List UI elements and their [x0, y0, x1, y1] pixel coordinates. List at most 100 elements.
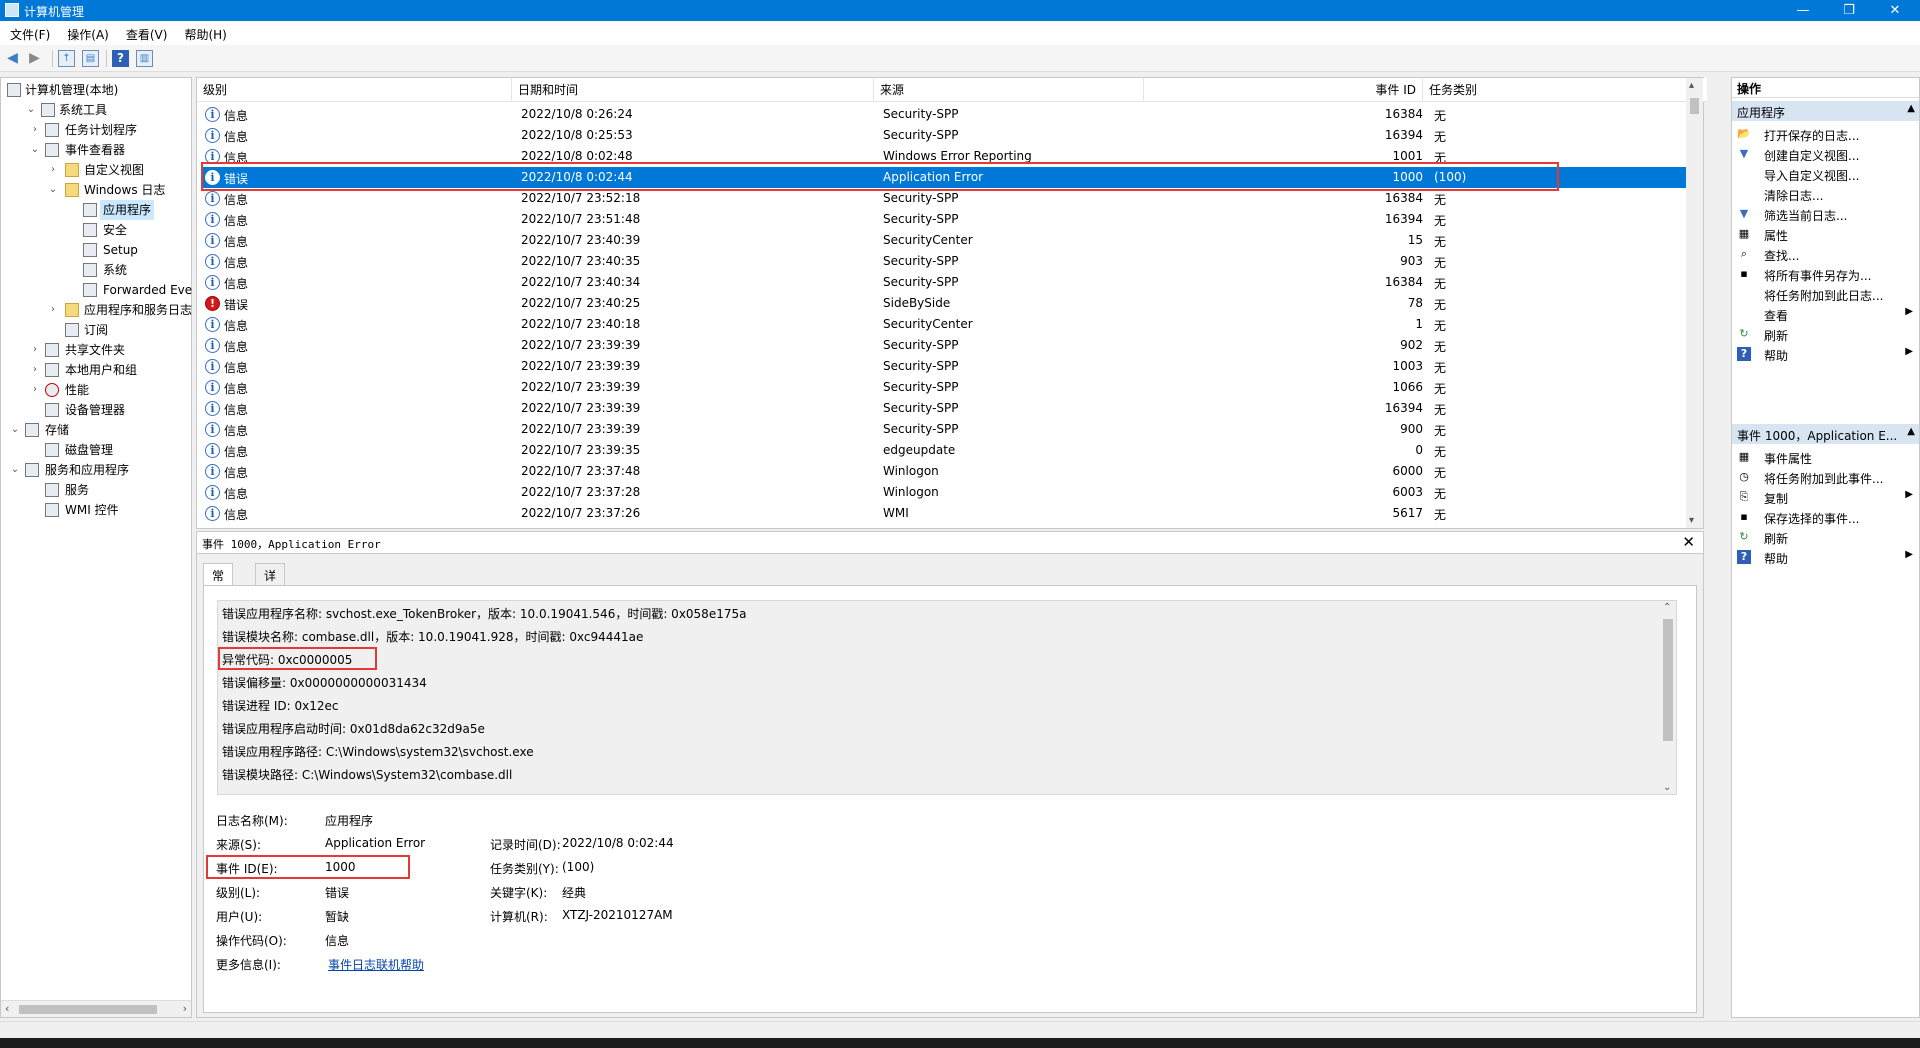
- table-row[interactable]: i 信息 2022/10/7 23:40:34 Security-SPP 16384 无: [201, 272, 1703, 293]
- action-item[interactable]: ◷ 将任务附加到此事件...: [1732, 467, 1919, 487]
- table-row[interactable]: ! 错误 2022/10/7 23:40:25 SideBySide 78 无: [201, 293, 1703, 314]
- table-row[interactable]: i 信息 2022/10/7 23:39:39 Security-SPP 16394 无: [201, 398, 1703, 419]
- table-row[interactable]: i 信息 2022/10/7 23:40:18 SecurityCenter 1 无: [201, 314, 1703, 335]
- action-item[interactable]: ⎘ 复制 ▶: [1732, 487, 1919, 507]
- actions-section-event[interactable]: 事件 1000，Application E... ▲: [1732, 424, 1919, 444]
- info-icon: i: [205, 422, 220, 437]
- event-list-scrollbar[interactable]: ▴ ▾: [1686, 78, 1703, 528]
- refresh-icon: ↻: [1739, 530, 1749, 543]
- action-label: 将任务附加到此事件...: [1764, 472, 1884, 486]
- action-item[interactable]: 📂 打开保存的日志...: [1732, 124, 1919, 144]
- expand-arrow-icon[interactable]: ›: [29, 120, 41, 140]
- action-item[interactable]: ▼ 创建自定义视图...: [1732, 144, 1919, 164]
- column-event-id[interactable]: 事件 ID: [1144, 78, 1423, 102]
- back-arrow-icon[interactable]: ◀: [4, 50, 21, 67]
- expand-arrow-icon[interactable]: ›: [47, 300, 59, 320]
- menu-file[interactable]: 文件(F): [0, 21, 57, 43]
- table-row[interactable]: i 信息 2022/10/7 23:51:48 Security-SPP 16394 无: [201, 209, 1703, 230]
- menu-view[interactable]: 查看(V): [116, 21, 175, 43]
- table-row[interactable]: i 信息 2022/10/7 23:39:39 Security-SPP 902 无: [201, 335, 1703, 356]
- expand-arrow-icon[interactable]: ›: [29, 360, 41, 380]
- help-icon[interactable]: ?: [112, 50, 129, 67]
- expand-arrow-icon[interactable]: ›: [29, 380, 41, 400]
- action-item[interactable]: 查看 ▶: [1732, 304, 1919, 324]
- column-source[interactable]: 来源: [874, 78, 1144, 102]
- action-item[interactable]: ▦ 事件属性: [1732, 447, 1919, 467]
- column-date-time[interactable]: 日期和时间: [512, 78, 874, 102]
- table-row[interactable]: i 信息 2022/10/7 23:37:28 Winlogon 6003 无: [201, 482, 1703, 503]
- source-cell: SecurityCenter: [883, 317, 973, 331]
- collapse-arrow-icon[interactable]: ⌄: [9, 420, 21, 440]
- tab-general[interactable]: 常规: [203, 563, 234, 600]
- actions-section-application[interactable]: 应用程序 ▲: [1732, 101, 1919, 121]
- show-hide-tree-icon[interactable]: ▤: [82, 50, 99, 67]
- scrollbar-thumb[interactable]: [1690, 98, 1699, 114]
- minimize-button[interactable]: —: [1780, 0, 1826, 21]
- action-item[interactable]: 清除日志...: [1732, 184, 1919, 204]
- action-item[interactable]: ? 帮助 ▶: [1732, 547, 1919, 567]
- menu-help[interactable]: 帮助(H): [174, 21, 233, 43]
- action-item[interactable]: ↻ 刷新: [1732, 527, 1919, 547]
- level-cell: 信息: [224, 319, 249, 333]
- menu-action[interactable]: 操作(A): [57, 21, 116, 43]
- action-item[interactable]: ▪ 保存选择的事件...: [1732, 507, 1919, 527]
- scroll-up-icon[interactable]: ▴: [1689, 80, 1694, 91]
- close-icon[interactable]: ✕: [1682, 533, 1695, 551]
- table-row[interactable]: i 信息 2022/10/8 0:25:53 Security-SPP 16394 无: [201, 125, 1703, 146]
- collapse-triangle-icon[interactable]: ▲: [1907, 426, 1915, 437]
- tree-horizontal-scrollbar[interactable]: ‹ ›: [1, 1000, 191, 1017]
- scroll-right-icon[interactable]: ›: [183, 1002, 187, 1015]
- table-row[interactable]: i 信息 2022/10/7 23:39:39 Security-SPP 1066 无: [201, 377, 1703, 398]
- action-item[interactable]: ▼ 筛选当前日志...: [1732, 204, 1919, 224]
- restore-button[interactable]: ❐: [1826, 0, 1872, 21]
- action-item[interactable]: ⌕ 查找...: [1732, 244, 1919, 264]
- table-row[interactable]: i 信息 2022/10/7 23:37:48 Winlogon 6000 无: [201, 461, 1703, 482]
- scrollbar-thumb[interactable]: [1663, 619, 1673, 741]
- expand-arrow-icon[interactable]: ›: [29, 340, 41, 360]
- logged-value: 2022/10/8 0:02:44: [562, 836, 674, 850]
- table-row[interactable]: i 信息 2022/10/7 23:40:35 Security-SPP 903 无: [201, 251, 1703, 272]
- table-row[interactable]: i 信息 2022/10/8 0:26:24 Security-SPP 16384 无: [201, 104, 1703, 125]
- action-item[interactable]: 导入自定义视图...: [1732, 164, 1919, 184]
- table-row[interactable]: i 信息 2022/10/7 23:52:18 Security-SPP 16384 无: [201, 188, 1703, 209]
- table-row[interactable]: i 信息 2022/10/7 23:39:39 Security-SPP 900 无: [201, 419, 1703, 440]
- scrollbar-thumb[interactable]: [19, 1005, 157, 1014]
- table-row[interactable]: i 信息 2022/10/7 23:39:39 Security-SPP 1003 无: [201, 356, 1703, 377]
- action-item[interactable]: ▦ 属性: [1732, 224, 1919, 244]
- collapse-arrow-icon[interactable]: ⌄: [29, 140, 41, 160]
- open-log-icon: 📂: [1737, 127, 1751, 140]
- scroll-left-icon[interactable]: ‹: [5, 1002, 9, 1015]
- close-button[interactable]: ✕: [1872, 0, 1918, 21]
- table-row[interactable]: i 信息 2022/10/7 23:39:35 edgeupdate 0 无: [201, 440, 1703, 461]
- scroll-up-icon[interactable]: ⌃: [1663, 602, 1671, 613]
- level-cell: 信息: [224, 466, 249, 480]
- collapse-arrow-icon[interactable]: ⌄: [9, 460, 21, 480]
- scroll-down-icon[interactable]: ⌄: [1663, 782, 1671, 793]
- event-message-box[interactable]: 错误应用程序名称: svchost.exe_TokenBroker，版本: 10…: [217, 600, 1677, 795]
- task-category-cell: 无: [1434, 361, 1447, 375]
- column-task-category[interactable]: 任务类别: [1423, 78, 1687, 102]
- action-item[interactable]: 将任务附加到此日志...: [1732, 284, 1919, 304]
- action-label: 事件属性: [1764, 452, 1813, 466]
- logged-label: 记录时间(D):: [490, 838, 561, 852]
- event-log-online-help-link[interactable]: 事件日志联机帮助: [328, 956, 424, 973]
- collapse-arrow-icon[interactable]: ⌄: [47, 180, 59, 200]
- column-level[interactable]: 级别: [197, 78, 512, 102]
- collapse-arrow-icon[interactable]: ⌄: [25, 100, 37, 120]
- up-folder-icon[interactable]: ↑: [58, 50, 75, 67]
- table-row[interactable]: i 信息 2022/10/7 23:37:26 WMI 5617 无: [201, 503, 1703, 524]
- scroll-down-icon[interactable]: ▾: [1689, 515, 1694, 526]
- highlight-box: [201, 162, 1559, 191]
- task-category-cell: 无: [1434, 277, 1447, 291]
- show-action-pane-icon[interactable]: ▥: [136, 50, 153, 67]
- collapse-triangle-icon[interactable]: ▲: [1907, 103, 1915, 114]
- forward-arrow-icon[interactable]: ▶: [26, 50, 43, 67]
- tab-details[interactable]: 详细信息: [255, 563, 286, 634]
- expand-arrow-icon[interactable]: ›: [47, 160, 59, 180]
- action-item[interactable]: ↻ 刷新: [1732, 324, 1919, 344]
- event-detail-header: 事件 1000，Application Error ✕: [197, 532, 1703, 554]
- action-item[interactable]: ▪ 将所有事件另存为...: [1732, 264, 1919, 284]
- message-scrollbar[interactable]: ⌃ ⌄: [1659, 601, 1676, 794]
- table-row[interactable]: i 信息 2022/10/7 23:40:39 SecurityCenter 15 无: [201, 230, 1703, 251]
- action-item[interactable]: ? 帮助 ▶: [1732, 344, 1919, 364]
